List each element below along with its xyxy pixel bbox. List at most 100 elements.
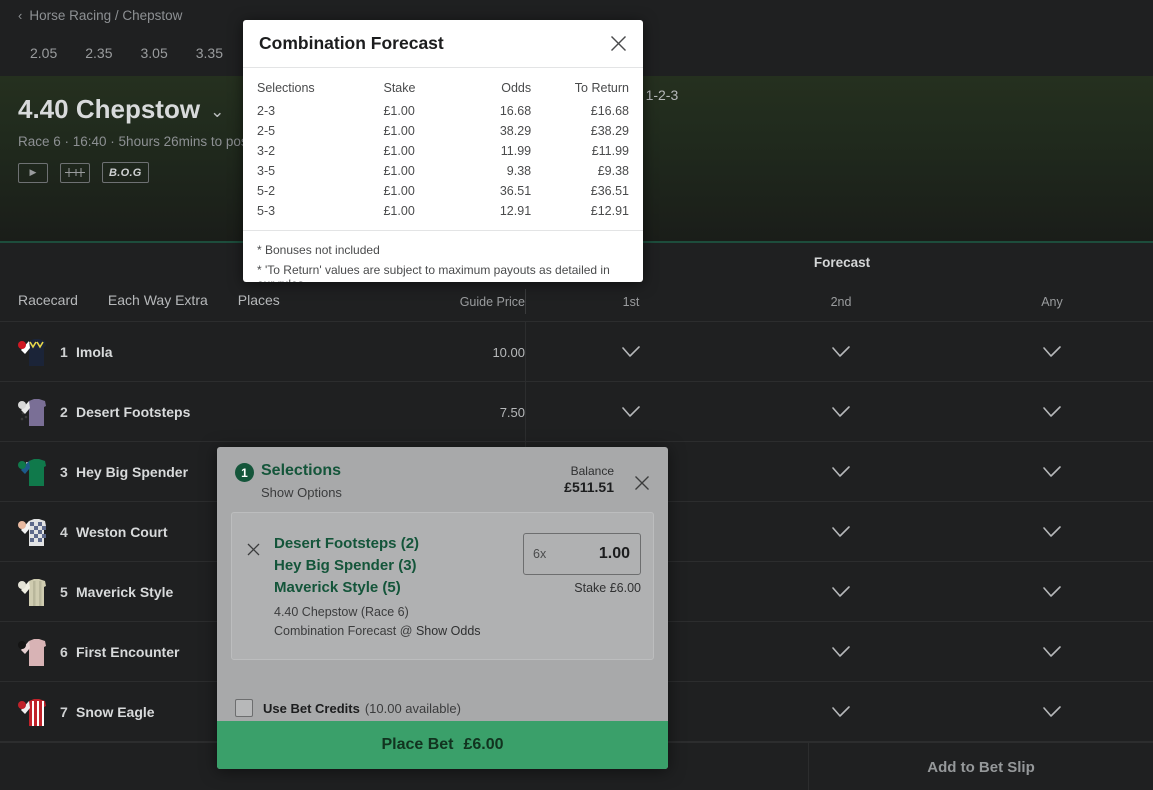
- runner-name: Desert Footsteps: [76, 382, 190, 442]
- chevron-left-icon[interactable]: ‹: [18, 8, 22, 23]
- runner-number: 7: [60, 682, 68, 742]
- show-options-link[interactable]: Show Options: [261, 485, 342, 500]
- close-icon[interactable]: [630, 471, 654, 495]
- table-row[interactable]: 2 Desert Footsteps 7.50: [0, 382, 1153, 442]
- forecast-any-checkbox[interactable]: [1002, 322, 1102, 382]
- balance-value: £511.51: [524, 479, 614, 495]
- forecast-cell-to-return: £9.38: [547, 161, 629, 181]
- forecast-cell-selections: 3-5: [257, 161, 383, 181]
- race-media-icons: ▶ B.O.G: [18, 162, 149, 183]
- forecast-cell-odds: 16.68: [465, 101, 547, 121]
- forecast-cell-to-return: £36.51: [547, 181, 629, 201]
- forecast-1st-checkbox[interactable]: [581, 382, 681, 442]
- breadcrumb-label[interactable]: Horse Racing / Chepstow: [29, 8, 182, 23]
- race-time-tab-3-05[interactable]: 3.05: [127, 30, 182, 76]
- forecast-cell-to-return: £12.91: [547, 201, 629, 221]
- forecast-cell-selections: 2-3: [257, 101, 383, 121]
- show-odds-link[interactable]: Show Odds: [416, 624, 481, 638]
- column-header-2nd: 2nd: [791, 281, 891, 322]
- page-title[interactable]: 4.40 Chepstow ⌄: [18, 94, 224, 125]
- column-header-guide-price: Guide Price: [420, 281, 525, 322]
- runner-number: 5: [60, 562, 68, 622]
- forecast-any-checkbox[interactable]: [1002, 502, 1102, 562]
- form-chart-icon[interactable]: [60, 163, 90, 183]
- forecast-2nd-checkbox[interactable]: [791, 622, 891, 682]
- forecast-2nd-checkbox[interactable]: [791, 562, 891, 622]
- forecast-1st-checkbox[interactable]: [581, 322, 681, 382]
- runner-name: First Encounter: [76, 622, 179, 682]
- add-to-bet-slip-button[interactable]: Add to Bet Slip: [808, 743, 1153, 790]
- selection-count-badge: 1: [235, 463, 254, 482]
- forecast-group-label: Forecast: [736, 243, 948, 281]
- forecast-2nd-checkbox[interactable]: [791, 682, 891, 742]
- selection-name[interactable]: Hey Big Spender (3): [274, 555, 524, 577]
- bet-slip-title: Selections: [261, 462, 341, 480]
- selection-name[interactable]: Desert Footsteps (2): [274, 533, 524, 555]
- combination-forecast-modal: Combination Forecast SelectionsStakeOdds…: [243, 20, 643, 282]
- forecast-row: 2-3£1.0016.68£16.68: [257, 101, 629, 121]
- runner-name: Snow Eagle: [76, 682, 155, 742]
- forecast-any-checkbox[interactable]: [1002, 622, 1102, 682]
- jockey-silk-icon: [16, 456, 52, 488]
- forecast-cell-stake: £1.00: [383, 201, 465, 221]
- stake-area: 6x 1.00 Stake £6.00: [523, 533, 641, 595]
- runner-name: Weston Court: [76, 502, 168, 562]
- forecast-col-header: To Return: [547, 78, 629, 101]
- forecast-2nd-checkbox[interactable]: [791, 502, 891, 562]
- forecast-any-checkbox[interactable]: [1002, 682, 1102, 742]
- stake-input[interactable]: 6x 1.00: [523, 533, 641, 575]
- forecast-table-header-row: SelectionsStakeOddsTo Return: [257, 78, 629, 101]
- forecast-any-checkbox[interactable]: [1002, 442, 1102, 502]
- forecast-2nd-checkbox[interactable]: [791, 382, 891, 442]
- video-play-icon[interactable]: ▶: [18, 163, 48, 183]
- runner-name: Maverick Style: [76, 562, 173, 622]
- forecast-cell-odds: 36.51: [465, 181, 547, 201]
- forecast-cell-stake: £1.00: [383, 121, 465, 141]
- column-header-1st: 1st: [581, 281, 681, 322]
- race-time-tab-2-35[interactable]: 2.35: [71, 30, 126, 76]
- forecast-any-checkbox[interactable]: [1002, 382, 1102, 442]
- race-time-tab-2-05[interactable]: 2.05: [16, 30, 71, 76]
- close-icon[interactable]: [605, 31, 631, 57]
- forecast-row: 2-5£1.0038.29£38.29: [257, 121, 629, 141]
- forecast-cell-stake: £1.00: [383, 161, 465, 181]
- modal-header: Combination Forecast: [243, 20, 643, 68]
- runner-number: 4: [60, 502, 68, 562]
- selection-meta: 4.40 Chepstow (Race 6) Combination Forec…: [274, 603, 481, 641]
- forecast-row: 3-5£1.009.38£9.38: [257, 161, 629, 181]
- column-header-any: Any: [1002, 281, 1102, 322]
- chevron-down-icon[interactable]: ⌄: [210, 102, 224, 122]
- remove-selection-icon[interactable]: [244, 540, 262, 558]
- bog-badge: B.O.G: [102, 162, 149, 183]
- forecast-cell-selections: 5-3: [257, 201, 383, 221]
- selection-name[interactable]: Maverick Style (5): [274, 577, 524, 599]
- guide-price: 7.50: [420, 382, 525, 442]
- forecast-cell-selections: 3-2: [257, 141, 383, 161]
- runner-number: 3: [60, 442, 68, 502]
- table-row[interactable]: 1 Imola 10.00: [0, 322, 1153, 382]
- modal-note: * Bonuses not included: [257, 240, 629, 260]
- runner-number: 2: [60, 382, 68, 442]
- runner-name: Imola: [76, 322, 113, 382]
- use-bet-credits-checkbox[interactable]: [235, 699, 253, 717]
- race-title-text: 4.40 Chepstow: [18, 94, 200, 125]
- bet-slip-panel: 1 Selections Show Options Balance £511.5…: [217, 447, 668, 769]
- modal-note: * 'To Return' values are subject to maxi…: [257, 260, 629, 282]
- forecast-any-checkbox[interactable]: [1002, 562, 1102, 622]
- runner-number: 1: [60, 322, 68, 382]
- forecast-cell-stake: £1.00: [383, 101, 465, 121]
- forecast-2nd-checkbox[interactable]: [791, 442, 891, 502]
- app-root: ‹ Horse Racing / Chepstow 2.052.353.053.…: [0, 0, 1153, 790]
- runner-name: Hey Big Spender: [76, 442, 188, 502]
- forecast-col-header: Odds: [465, 78, 547, 101]
- forecast-col-header: Stake: [383, 78, 465, 101]
- forecast-2nd-checkbox[interactable]: [791, 322, 891, 382]
- stake-total: Stake £6.00: [523, 581, 641, 595]
- jockey-silk-icon: [16, 336, 52, 368]
- place-bet-button[interactable]: Place Bet £6.00: [217, 721, 668, 769]
- race-time-tab-3-35[interactable]: 3.35: [182, 30, 237, 76]
- forecast-cell-to-return: £11.99: [547, 141, 629, 161]
- forecast-cell-odds: 11.99: [465, 141, 547, 161]
- modal-footer-notes: * Bonuses not included* 'To Return' valu…: [243, 230, 643, 282]
- modal-title: Combination Forecast: [259, 33, 444, 54]
